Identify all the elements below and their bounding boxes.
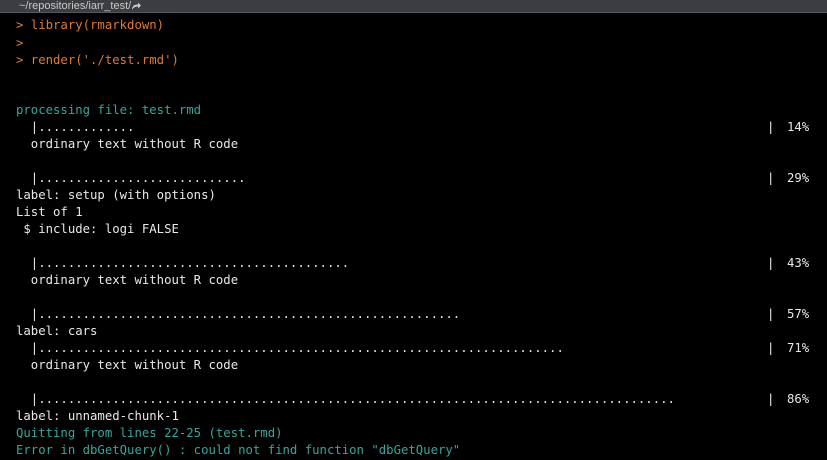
console-output-line: label: unnamed-chunk-1 bbox=[16, 409, 179, 423]
share-arrow-icon[interactable] bbox=[130, 0, 142, 12]
progress-bar-end: | bbox=[767, 171, 775, 185]
progress-bar-end: | bbox=[767, 341, 775, 355]
progress-percent: 43% bbox=[787, 256, 810, 270]
console-output-line: $ include: logi FALSE bbox=[16, 222, 179, 236]
progress-bar-text: |.......................................… bbox=[16, 341, 564, 355]
console-message: Quitting from lines 22-25 (test.rmd) bbox=[16, 426, 283, 440]
console-prompt: > bbox=[16, 36, 24, 50]
console-output-line: List of 1 bbox=[16, 205, 83, 219]
console-message: processing file: test.rmd bbox=[16, 103, 202, 117]
progress-bar-end: | bbox=[767, 392, 775, 406]
progress-percent: 57% bbox=[787, 307, 810, 321]
progress-bar-end: | bbox=[767, 120, 775, 134]
working-directory-bar: ~/repositories/iarr_test/ bbox=[0, 0, 827, 13]
console-output-line: label: cars bbox=[16, 324, 98, 338]
progress-percent: 86% bbox=[787, 392, 810, 406]
console-command: > render('./test.rmd') bbox=[16, 53, 179, 67]
console-output-line: ordinary text without R code bbox=[16, 137, 239, 151]
progress-bar-text: |.......................................… bbox=[16, 256, 350, 270]
progress-bar-end: | bbox=[767, 256, 775, 270]
console-output-line: ordinary text without R code bbox=[16, 273, 239, 287]
console-output-line: ordinary text without R code bbox=[16, 358, 239, 372]
progress-bar-text: |.......................................… bbox=[16, 307, 461, 321]
progress-bar-text: |............. bbox=[16, 120, 135, 134]
console-error: Error in dbGetQuery() : could not find f… bbox=[16, 443, 461, 457]
progress-bar-text: |............................ bbox=[16, 171, 246, 185]
console-output-line: label: setup (with options) bbox=[16, 188, 216, 202]
progress-bar-end: | bbox=[767, 307, 775, 321]
progress-percent: 29% bbox=[787, 171, 810, 185]
r-console-window: ~/repositories/iarr_test/ > library(rmar… bbox=[0, 0, 827, 460]
working-directory-path[interactable]: ~/repositories/iarr_test/ bbox=[19, 0, 131, 12]
console-output[interactable]: > library(rmarkdown) > > render('./test.… bbox=[0, 14, 827, 460]
progress-percent: 14% bbox=[787, 120, 810, 134]
console-command: > library(rmarkdown) bbox=[16, 18, 165, 32]
progress-percent: 71% bbox=[787, 341, 810, 355]
progress-bar-text: |.......................................… bbox=[16, 392, 675, 406]
